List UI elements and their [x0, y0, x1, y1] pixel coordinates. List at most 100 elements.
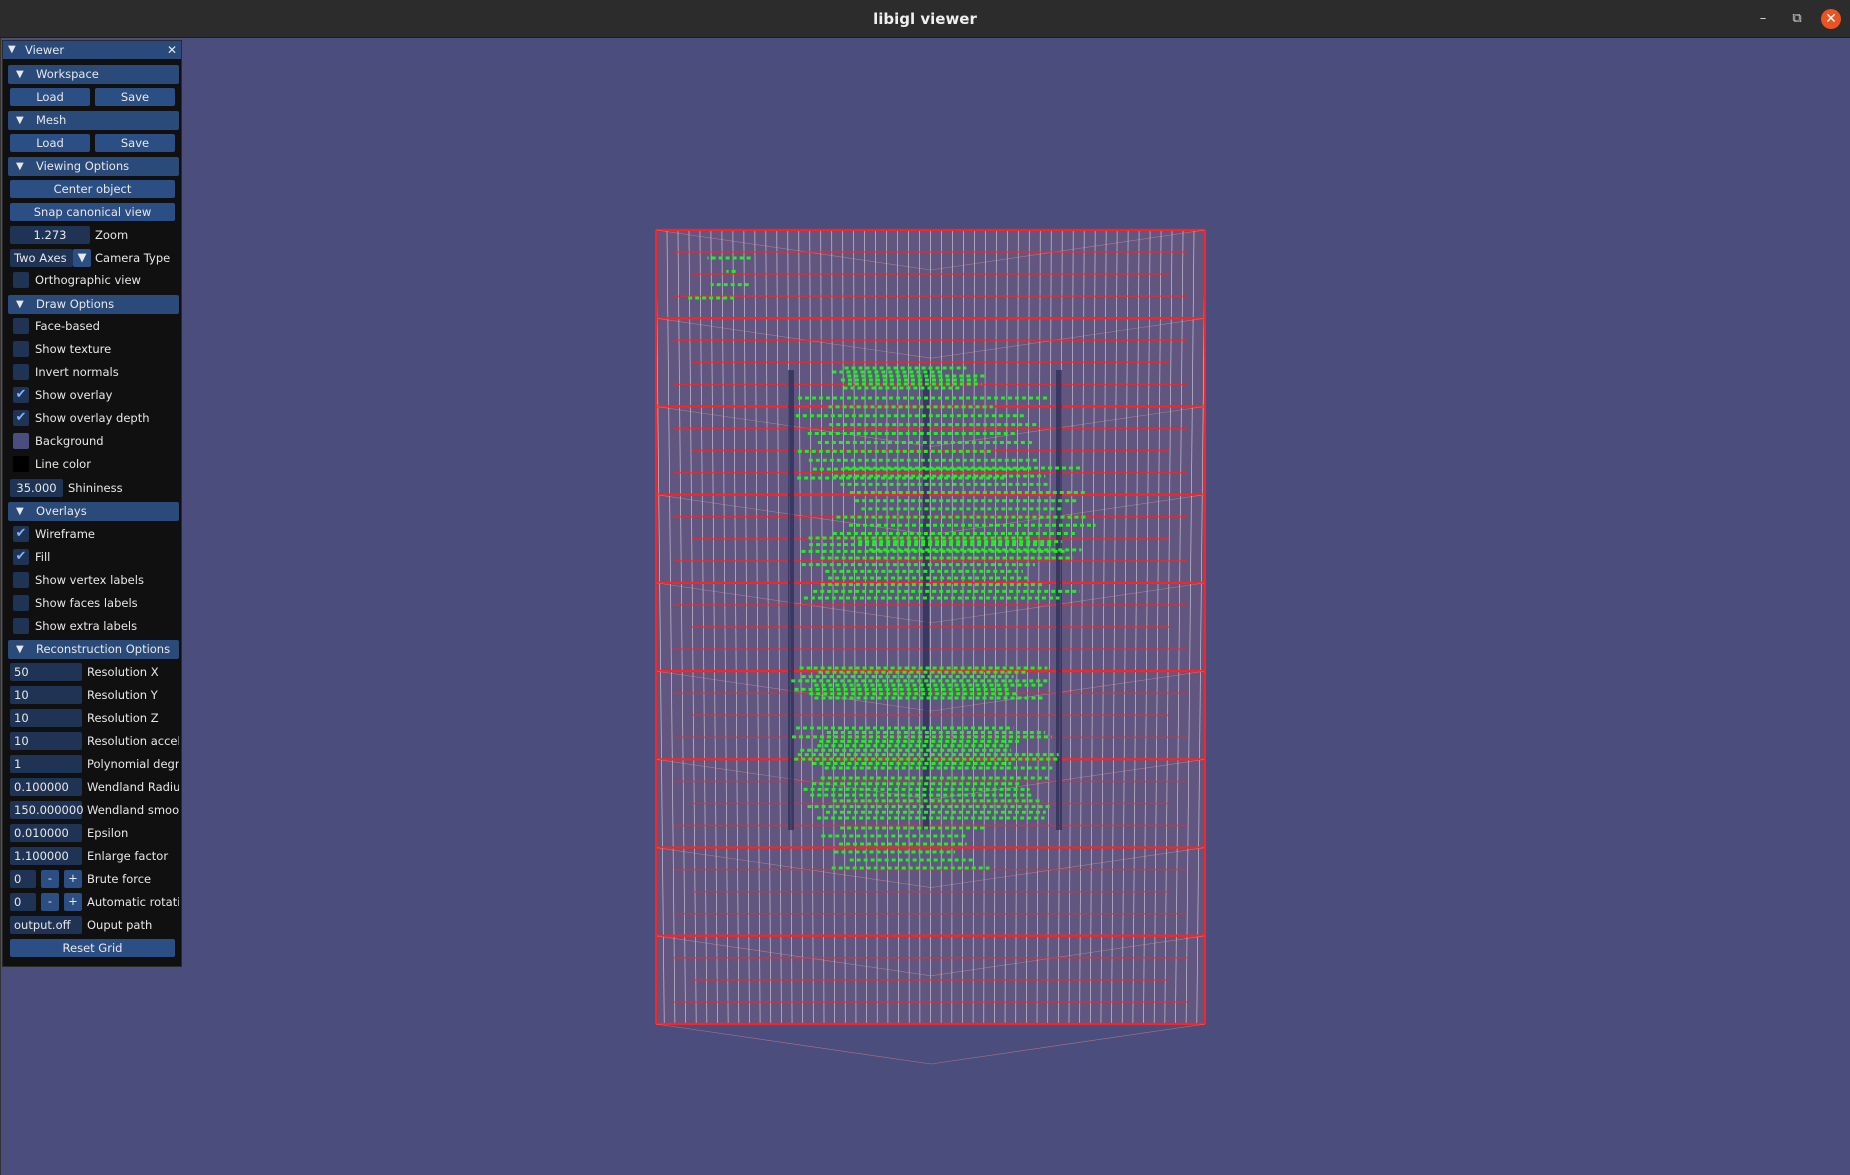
draw-options-label: Draw Options — [36, 297, 115, 311]
workspace-save-button[interactable]: Save — [95, 88, 175, 106]
brute-force-label: Brute force — [87, 872, 152, 886]
epsilon-label: Epsilon — [87, 826, 129, 840]
zoom-label: Zoom — [95, 228, 129, 242]
snap-canonical-view-button[interactable]: Snap canonical view — [10, 203, 175, 221]
brute-force-increment-button[interactable]: + — [64, 870, 82, 888]
line-color-swatch[interactable] — [13, 456, 29, 472]
output-path-label: Ouput path — [87, 918, 153, 932]
epsilon-input[interactable]: 0.010000 — [10, 824, 82, 842]
camera-type-label: Camera Type — [95, 251, 171, 265]
show-overlay-depth-checkbox[interactable]: ✔ — [13, 410, 29, 426]
resolution-z-input[interactable]: 10 — [10, 709, 82, 727]
output-path-input[interactable]: output.off — [10, 916, 82, 934]
viewing-options-label: Viewing Options — [36, 159, 130, 173]
invert-normals-label: Invert normals — [35, 365, 119, 379]
wire-line — [655, 1023, 932, 1065]
workspace-load-button[interactable]: Load — [10, 88, 90, 106]
resolution-x-label: Resolution X — [87, 665, 159, 679]
wendland-radius-label: Wendland Radius — [87, 780, 179, 794]
mesh-channel — [923, 370, 929, 830]
resolution-y-input[interactable]: 10 — [10, 686, 82, 704]
mesh-channel — [1056, 370, 1062, 830]
orthographic-view-checkbox[interactable] — [13, 272, 29, 288]
brute-force-decrement-button[interactable]: - — [41, 870, 59, 888]
reconstruction-options-header[interactable]: ▼ Reconstruction Options — [8, 640, 179, 659]
polynomial-degree-input[interactable]: 1 — [10, 755, 82, 773]
show-extra-labels-checkbox[interactable] — [13, 618, 29, 634]
polynomial-degree-label: Polynomial degree — [87, 757, 179, 771]
mesh-load-button[interactable]: Load — [10, 134, 90, 152]
brute-force-input[interactable]: 0 — [10, 870, 36, 888]
invert-normals-checkbox[interactable] — [13, 364, 29, 380]
center-object-button[interactable]: Center object — [10, 180, 175, 198]
show-extra-labels-label: Show extra labels — [35, 619, 138, 633]
overlays-label: Overlays — [36, 504, 87, 518]
expand-arrow-icon: ▼ — [16, 69, 24, 80]
camera-type-select[interactable]: Two Axes — [10, 249, 73, 267]
mesh-channel — [788, 370, 794, 830]
reconstruction-options-label: Reconstruction Options — [36, 642, 171, 656]
workspace-header[interactable]: ▼ Workspace — [8, 65, 179, 84]
overlays-header[interactable]: ▼ Overlays — [8, 502, 179, 521]
wendland-smooth-input[interactable]: 150.000000 — [10, 801, 84, 819]
mesh-save-button[interactable]: Save — [95, 134, 175, 152]
expand-arrow-icon: ▼ — [16, 161, 24, 172]
close-window-button[interactable]: ✕ — [1821, 9, 1841, 29]
panel-close-icon[interactable]: ✕ — [167, 41, 177, 59]
background-color-swatch[interactable] — [13, 433, 29, 449]
automatic-rotation-increment-button[interactable]: + — [64, 893, 82, 911]
draw-options-header[interactable]: ▼ Draw Options — [8, 295, 179, 314]
shininess-label: Shininess — [68, 481, 123, 495]
panel-title-bar[interactable]: ▼ Viewer ✕ — [3, 41, 181, 59]
expand-arrow-icon: ▼ — [16, 506, 24, 517]
title-bar: libigl viewer – ⧉ ✕ — [0, 0, 1850, 38]
background-label: Background — [35, 434, 104, 448]
wireframe-label: Wireframe — [35, 527, 95, 541]
mesh-header-label: Mesh — [36, 113, 67, 127]
fill-label: Fill — [35, 550, 51, 564]
automatic-rotation-input[interactable]: 0 — [10, 893, 36, 911]
resolution-acceleration-label: Resolution acceler — [87, 734, 179, 748]
resolution-x-input[interactable]: 50 — [10, 663, 82, 681]
show-texture-label: Show texture — [35, 342, 112, 356]
show-overlay-checkbox[interactable]: ✔ — [13, 387, 29, 403]
face-based-label: Face-based — [35, 319, 100, 333]
zoom-input[interactable]: 1.273 — [10, 226, 90, 244]
wireframe-checkbox[interactable]: ✔ — [13, 526, 29, 542]
automatic-rotation-decrement-button[interactable]: - — [41, 893, 59, 911]
orthographic-view-label: Orthographic view — [35, 273, 141, 287]
workspace-header-label: Workspace — [36, 67, 99, 81]
grid-mesh — [655, 228, 1206, 1065]
reset-grid-button[interactable]: Reset Grid — [10, 939, 175, 957]
collapse-arrow-icon[interactable]: ▼ — [8, 41, 16, 59]
viewer-panel: ▼ Viewer ✕ ▼ Workspace Load Save ▼ Mesh … — [2, 40, 182, 967]
chevron-down-icon[interactable]: ▼ — [73, 249, 91, 267]
automatic-rotation-label: Automatic rotatior — [87, 895, 179, 909]
restore-button[interactable]: ⧉ — [1787, 9, 1807, 29]
show-faces-labels-checkbox[interactable] — [13, 595, 29, 611]
shininess-input[interactable]: 35.000 — [10, 479, 63, 497]
enlarge-factor-input[interactable]: 1.100000 — [10, 847, 82, 865]
3d-viewport[interactable] — [0, 38, 1850, 1175]
mesh-header[interactable]: ▼ Mesh — [8, 111, 179, 130]
expand-arrow-icon: ▼ — [16, 115, 24, 126]
wendland-radius-input[interactable]: 0.100000 — [10, 778, 82, 796]
resolution-z-label: Resolution Z — [87, 711, 159, 725]
resolution-y-label: Resolution Y — [87, 688, 158, 702]
show-vertex-labels-label: Show vertex labels — [35, 573, 144, 587]
resolution-acceleration-input[interactable]: 10 — [10, 732, 82, 750]
show-texture-checkbox[interactable] — [13, 341, 29, 357]
enlarge-factor-label: Enlarge factor — [87, 849, 169, 863]
line-color-label: Line color — [35, 457, 91, 471]
show-vertex-labels-checkbox[interactable] — [13, 572, 29, 588]
face-based-checkbox[interactable] — [13, 318, 29, 334]
expand-arrow-icon: ▼ — [16, 644, 24, 655]
panel-title: Viewer — [25, 43, 65, 57]
expand-arrow-icon: ▼ — [16, 299, 24, 310]
show-overlay-depth-label: Show overlay depth — [35, 411, 150, 425]
wire-line — [930, 1023, 1206, 1065]
viewing-options-header[interactable]: ▼ Viewing Options — [8, 157, 179, 176]
fill-checkbox[interactable]: ✔ — [13, 549, 29, 565]
minimize-button[interactable]: – — [1753, 9, 1773, 29]
wendland-smooth-label: Wendland smooth — [87, 803, 179, 817]
